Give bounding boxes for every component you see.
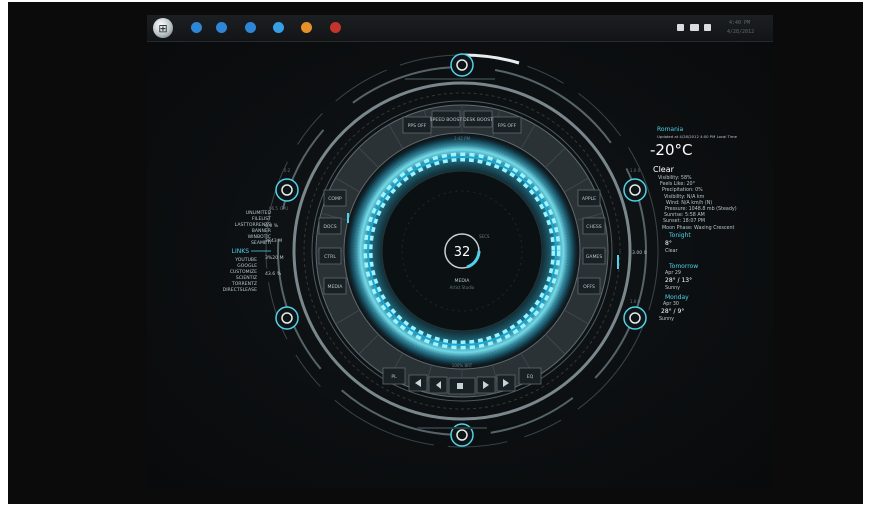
pps-off-label: PPS OFF: [408, 123, 427, 129]
hud-widget: 32 SECS MEDIA Artist Studio 2:42 PM 100%…: [223, 53, 659, 448]
left-readout-6: 43.6 %: [265, 271, 282, 277]
tonight-temp: 8°: [665, 240, 672, 247]
link-customize[interactable]: CUSTOMIZE: [230, 269, 257, 275]
menu-unlimited[interactable]: UNLIMITED: [246, 210, 272, 216]
center-small-label: SECS: [479, 234, 490, 239]
media-status-label: MEDIA: [455, 278, 471, 284]
fps-off-label: FPS OFF: [498, 123, 517, 129]
link-directslease[interactable]: DIRECTSLEASE: [223, 287, 257, 293]
equalizer-label: EQ: [527, 374, 534, 380]
knob-right-top[interactable]: [623, 178, 647, 202]
links-title: LINKS: [232, 248, 250, 255]
games-label: GAMES: [586, 254, 603, 260]
weather-city[interactable]: Romania: [657, 126, 683, 133]
weather-detail-item: Visibility: N/A km: [664, 194, 705, 200]
center-value: 32: [454, 245, 471, 260]
left-readout-1: CPU: [280, 206, 288, 211]
right-readout-1: 3.00 0: [632, 250, 647, 256]
offs-label: OFFS: [583, 284, 595, 290]
bottom-small-readout: 100% BRT: [452, 363, 473, 368]
docs-label: DOCS: [323, 224, 336, 230]
menu-banner[interactable]: BANNER: [252, 228, 272, 234]
weather-detail-item: Sunset: 18:07 PM: [663, 219, 705, 225]
weather-detail-item: Precipitation: 0%: [662, 188, 703, 194]
monitor-frame: ⊞ 4:40 PM 4/28/2012 32 SECS MEDIA Artist…: [8, 2, 863, 504]
desktop-screen: ⊞ 4:40 PM 4/28/2012 32 SECS MEDIA Artist…: [147, 15, 773, 488]
knob-left-bottom[interactable]: [275, 306, 299, 330]
knob-right-bottom[interactable]: [623, 306, 647, 330]
weather-updated: Updated at 4/28/2012 4:00 PM Local Time: [657, 134, 737, 139]
monday-label: Monday: [665, 294, 689, 301]
desk-boost-label: DESK BOOST: [463, 117, 493, 123]
weather-detail-item: Wind: N/A km/h (N): [666, 200, 713, 206]
menu-seameti[interactable]: SEAMETI: [251, 240, 271, 246]
menu-winbotic[interactable]: WINBOTIC: [248, 234, 271, 240]
weather-detail-item: Moon Phase: Waxing Crescent: [662, 225, 735, 231]
knob-left-top[interactable]: [275, 178, 299, 202]
monday-temp: 28° / 9°: [661, 308, 685, 315]
menu-filelist[interactable]: FILELIST: [252, 216, 271, 222]
top-tick-strip: [405, 78, 495, 80]
left-readout-0: 0.2: [284, 168, 291, 173]
playlist-label: PL: [391, 374, 397, 380]
right-accent-bar: [617, 255, 619, 269]
bottom-tick-strip: [417, 427, 487, 429]
tomorrow-condition: Sunny: [665, 286, 681, 291]
tonight-label: Tonight: [669, 232, 691, 239]
link-youtube[interactable]: YOUTUBE: [234, 257, 257, 263]
left-readout-5: 3%20 M: [265, 255, 284, 261]
knob-top[interactable]: [450, 53, 474, 77]
ctrl-label: CTRL: [324, 254, 336, 260]
media-status-sub: Artist Studio: [450, 285, 475, 290]
link-google[interactable]: GOOGLE: [237, 263, 257, 269]
chess-label: CHESS: [586, 224, 601, 230]
left-accent-bar: [347, 213, 349, 223]
speed-boost-label: SPEED BOOST: [430, 117, 463, 123]
menu-lasttorrents[interactable]: LASTTORRENTS: [235, 222, 271, 228]
media-label: MEDIA: [328, 284, 344, 290]
comp-label: COMP: [328, 196, 342, 202]
tomorrow-label: Tomorrow: [669, 263, 699, 270]
tomorrow-temp: 28° / 13°: [665, 277, 693, 284]
stop-icon: [457, 383, 463, 389]
left-menu: UNLIMITED FILELIST LASTTORRENTS BANNER W…: [223, 210, 272, 293]
link-scientiz[interactable]: SCIENTIZ: [236, 275, 257, 281]
right-readout-0: 1.0 0: [630, 168, 641, 173]
link-torrentz[interactable]: TORRENTZ: [231, 281, 257, 287]
tonight-condition: Clear: [665, 249, 678, 254]
right-readout-2: 1.0 0: [630, 299, 641, 304]
top-small-readout: 2:42 PM: [454, 136, 471, 141]
weather-condition: Clear: [653, 165, 674, 174]
apple-label: APPLE: [582, 196, 596, 202]
monday-condition: Sunny: [659, 317, 675, 322]
weather-temperature: -20°C: [650, 141, 693, 159]
